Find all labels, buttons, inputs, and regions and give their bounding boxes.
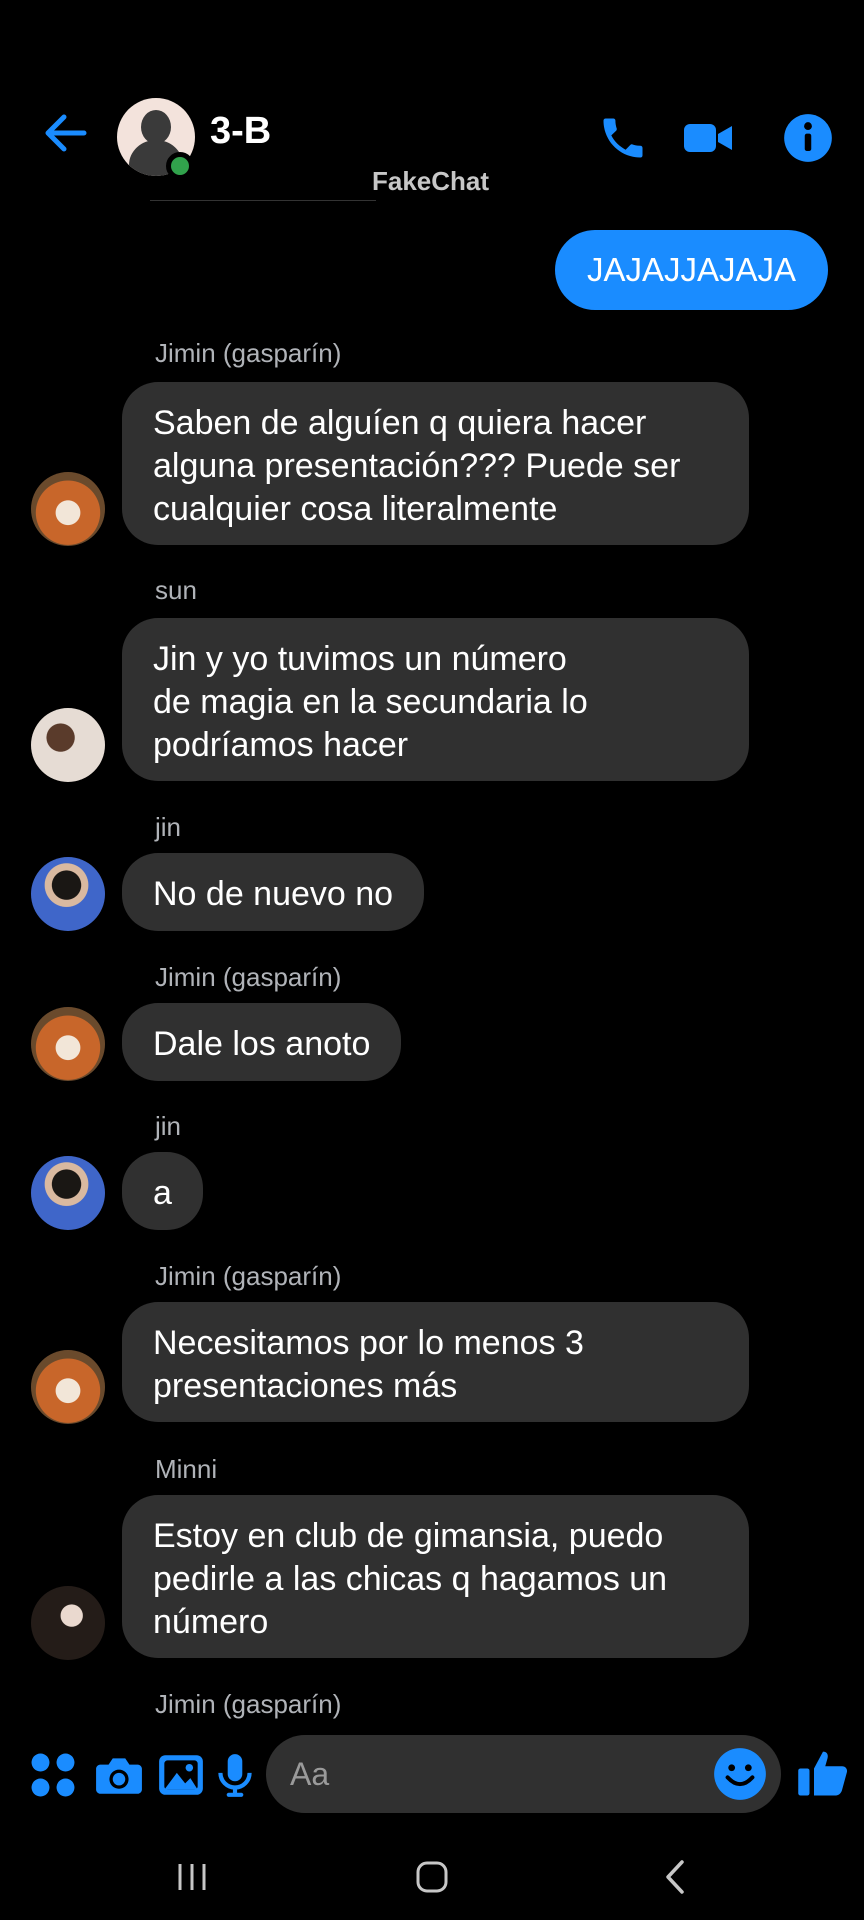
message-bubble[interactable]: a <box>122 1152 203 1230</box>
apps-icon[interactable] <box>28 1750 78 1800</box>
sender-name: Jimin (gasparín) <box>155 1689 342 1719</box>
sender-name: jin <box>155 812 182 842</box>
avatar[interactable] <box>31 1350 105 1424</box>
message-bubble[interactable]: Dale los anoto <box>122 1003 402 1081</box>
online-indicator <box>166 152 194 180</box>
message-bubble[interactable]: Saben de alguíen q quiera hacer alguna p… <box>122 382 749 545</box>
home-icon[interactable] <box>407 1852 457 1902</box>
message-input[interactable] <box>290 1735 690 1813</box>
divider <box>150 200 376 201</box>
sender-name: Jimin (gasparín) <box>155 338 342 368</box>
avatar[interactable] <box>31 472 105 546</box>
sender-name: Minni <box>155 1454 218 1484</box>
sender-name: Jimin (gasparín) <box>155 962 342 992</box>
avatar[interactable] <box>31 857 105 931</box>
message-bubble[interactable]: Estoy en club de gimansia, puedo pedirle… <box>122 1495 749 1658</box>
message-bubble[interactable]: Jin y yo tuvimos un número de magia en l… <box>122 618 749 781</box>
message-input-box[interactable] <box>266 1735 781 1813</box>
avatar[interactable] <box>31 1007 105 1081</box>
chat-title[interactable]: 3-B <box>210 110 271 153</box>
sender-name: sun <box>155 575 197 605</box>
system-nav-bar <box>0 1830 864 1920</box>
message-bubble[interactable]: No de nuevo no <box>122 853 425 931</box>
avatar[interactable] <box>31 708 105 782</box>
sender-name: Jimin (gasparín) <box>155 1261 342 1291</box>
back-arrow-icon[interactable] <box>40 108 90 158</box>
avatar[interactable] <box>31 1156 105 1230</box>
video-icon[interactable] <box>682 112 734 164</box>
phone-icon[interactable] <box>597 112 649 164</box>
message-composer <box>0 1730 864 1820</box>
thumbs-up-icon[interactable] <box>796 1746 850 1800</box>
sender-name: jin <box>155 1111 182 1141</box>
nav-back-icon[interactable] <box>651 1852 701 1902</box>
microphone-icon[interactable] <box>210 1750 260 1800</box>
camera-icon[interactable] <box>94 1750 144 1800</box>
avatar[interactable] <box>31 1586 105 1660</box>
info-icon[interactable] <box>782 112 834 164</box>
watermark: FakeChat <box>372 166 490 196</box>
recent-apps-icon[interactable] <box>167 1852 217 1902</box>
message-bubble[interactable]: Necesitamos por lo menos 3 presentacione… <box>122 1302 749 1422</box>
emoji-icon[interactable] <box>713 1747 767 1801</box>
gallery-icon[interactable] <box>156 1750 206 1800</box>
sent-message[interactable]: JAJAJJAJAJA <box>554 230 828 310</box>
